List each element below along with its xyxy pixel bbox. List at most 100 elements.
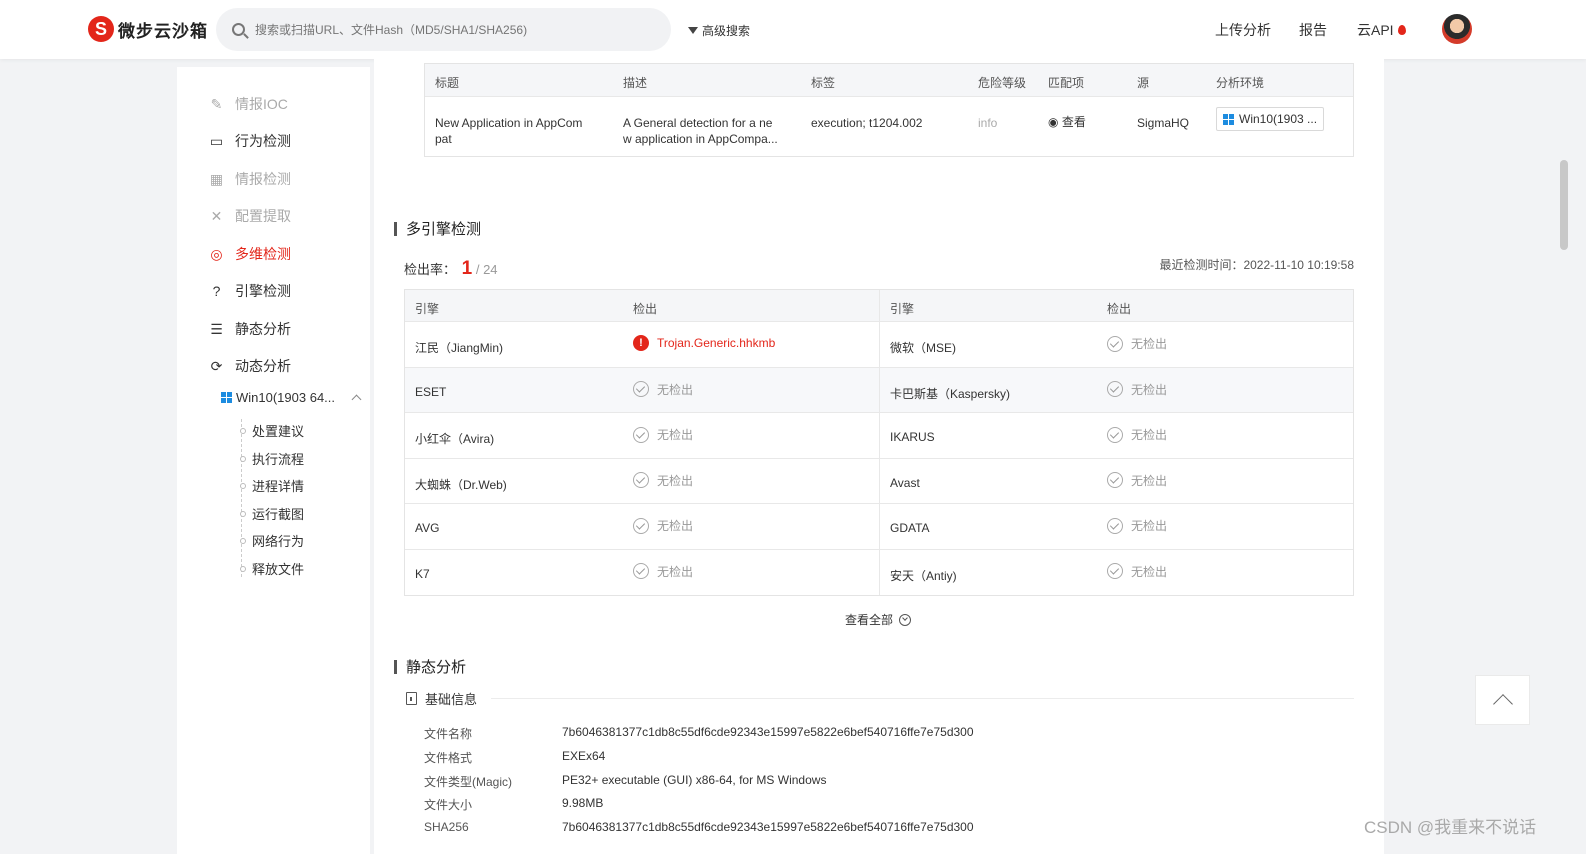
- check-circle-icon: [633, 381, 649, 397]
- col-match: 匹配项: [1048, 76, 1085, 90]
- grid-icon: ▦: [209, 170, 224, 187]
- sidebar-item-label: 静态分析: [235, 321, 291, 337]
- result-text: 无检出: [1131, 519, 1168, 533]
- advanced-search-button[interactable]: 高级搜索: [688, 22, 750, 39]
- col-engine-right: 引擎: [890, 302, 915, 316]
- check-circle-icon: [1107, 563, 1123, 579]
- detection-result: 无检出: [1107, 335, 1167, 352]
- detection-result[interactable]: ! Trojan.Generic.hhkmb: [633, 335, 775, 351]
- search-icon: [232, 23, 245, 36]
- sidebar-item-engine-detection[interactable]: ? 引擎检测: [208, 280, 291, 302]
- col-engine-left: 引擎: [415, 302, 440, 316]
- sub-item-network-behavior[interactable]: 网络行为: [239, 531, 304, 550]
- rate-label: 检出率：: [404, 262, 457, 277]
- sidebar-item-intel-detection[interactable]: ▦ 情报检测: [208, 168, 291, 190]
- page-scrollbar[interactable]: [1560, 160, 1568, 250]
- chevron-up-icon: [351, 394, 362, 405]
- sub-item-screenshots[interactable]: 运行截图: [239, 504, 304, 523]
- sub-item-process-details[interactable]: 进程详情: [239, 476, 304, 495]
- sidebar: ✎ 情报IOC ▭ 行为检测 ▦ 情报检测 ✕ 配置提取 ◎ 多维检测 ? 引擎…: [177, 67, 370, 854]
- check-circle-icon: [633, 472, 649, 488]
- row-source: SigmaHQ: [1137, 116, 1190, 130]
- hot-flame-icon: [1397, 25, 1406, 35]
- tools-icon: ✕: [210, 207, 223, 224]
- result-text: 无检出: [1131, 428, 1168, 442]
- result-text: 无检出: [1131, 564, 1168, 579]
- check-circle-icon: [1107, 426, 1123, 443]
- col-source: 源: [1137, 76, 1150, 90]
- nav-report[interactable]: 报告: [1299, 20, 1327, 40]
- main-content: 标题 描述 标签 危险等级 匹配项 源 分析环境 New Application…: [374, 59, 1384, 854]
- engine-name: 江民（JiangMin): [415, 341, 504, 355]
- col-result-right: 检出: [1107, 302, 1132, 316]
- detection-result: 无检出: [633, 381, 693, 398]
- view-all-button[interactable]: 查看全部: [845, 611, 912, 628]
- column-divider: [879, 549, 880, 595]
- cycle-icon: ⟳: [210, 357, 223, 374]
- row-tags: execution; t1204.002: [811, 116, 923, 130]
- windows-icon: [1223, 113, 1234, 125]
- check-circle-icon: [1107, 381, 1123, 397]
- sub-item-released-files[interactable]: 释放文件: [239, 559, 304, 578]
- back-to-top-button[interactable]: [1475, 675, 1530, 725]
- sidebar-item-label: 多维检测: [235, 246, 291, 262]
- env-label: Win10(1903 64...: [236, 390, 336, 405]
- env-tag[interactable]: Win10(1903 ...: [1216, 107, 1325, 131]
- sidebar-env-toggle[interactable]: Win10(1903 64...: [221, 390, 362, 405]
- detection-result: 无检出: [633, 563, 693, 580]
- field-value: 7b6046381377c1db8c55df6cde92343e15997e58…: [562, 725, 974, 739]
- sidebar-item-behavior-detection[interactable]: ▭ 行为检测: [208, 130, 291, 152]
- result-text: 无检出: [1131, 473, 1168, 488]
- search-input[interactable]: [255, 22, 635, 37]
- table-row: 江民（JiangMin) ! Trojan.Generic.hhkmb 微软（MS…: [405, 322, 1353, 368]
- view-match-link[interactable]: ◉ 查看: [1048, 114, 1086, 130]
- table-row: AVG 无检出 GDATA 无检出: [405, 504, 1353, 550]
- basic-info-title: 基础信息: [425, 692, 478, 707]
- result-text: 无检出: [657, 382, 694, 397]
- section-title-label: 静态分析: [406, 659, 467, 676]
- radar-icon: ◎: [210, 245, 223, 262]
- sub-item-execution-flow[interactable]: 执行流程: [239, 449, 304, 468]
- sidebar-item-label: 配置提取: [235, 208, 291, 224]
- nav-upload-analysis[interactable]: 上传分析: [1215, 20, 1271, 40]
- engine-name: 小红伞（Avira): [415, 432, 495, 446]
- view-match-label: 查看: [1061, 115, 1086, 129]
- field-key: 文件大小: [424, 798, 473, 812]
- sidebar-item-intel-ioc[interactable]: ✎ 情报IOC: [208, 93, 288, 115]
- column-divider: [879, 290, 880, 321]
- monitor-icon: ▭: [209, 132, 224, 149]
- column-divider: [879, 504, 880, 549]
- advanced-search-label: 高级搜索: [702, 24, 751, 38]
- arrow-up-icon: [1492, 694, 1513, 714]
- detection-result: 无检出: [1107, 563, 1167, 580]
- sub-item-disposal-advice[interactable]: 处置建议: [239, 421, 304, 440]
- watermark: CSDN @我重来不说话: [1364, 818, 1537, 837]
- list-icon: ☰: [210, 320, 223, 337]
- logo-icon: S: [88, 16, 114, 42]
- sidebar-item-multi-detection[interactable]: ◎ 多维检测: [208, 243, 291, 265]
- env-tag-label: Win10(1903 ...: [1239, 112, 1318, 126]
- sidebar-item-label: 情报IOC: [235, 96, 288, 112]
- detection-result: 无检出: [1107, 426, 1167, 443]
- check-circle-icon: [633, 426, 649, 443]
- nav-cloud-api[interactable]: 云API: [1357, 20, 1406, 40]
- search-bar[interactable]: [216, 8, 671, 51]
- section-title-label: 多引擎检测: [406, 221, 482, 238]
- row-desc-line1: A General detection for a ne: [623, 116, 773, 130]
- user-avatar[interactable]: [1442, 14, 1472, 44]
- row-title-line2: pat: [435, 132, 452, 146]
- row-title-line1: New Application in AppCom: [435, 116, 583, 130]
- column-divider: [879, 367, 880, 412]
- row-desc-line2: w application in AppCompa...: [623, 132, 778, 146]
- sidebar-item-config-extract[interactable]: ✕ 配置提取: [208, 205, 291, 227]
- check-circle-icon: [633, 517, 649, 534]
- logo[interactable]: S 微步云沙箱: [88, 16, 208, 42]
- result-text: Trojan.Generic.hhkmb: [657, 336, 776, 350]
- field-key: 文件格式: [424, 751, 473, 765]
- field-value: 9.98MB: [562, 796, 604, 810]
- sidebar-item-dynamic-analysis[interactable]: ⟳ 动态分析: [208, 355, 291, 377]
- table-header: 标题 描述 标签 危险等级 匹配项 源 分析环境: [425, 64, 1353, 97]
- total-count: / 24: [475, 262, 498, 277]
- sidebar-item-static-analysis[interactable]: ☰ 静态分析: [208, 318, 291, 340]
- detection-result: 无检出: [1107, 472, 1167, 489]
